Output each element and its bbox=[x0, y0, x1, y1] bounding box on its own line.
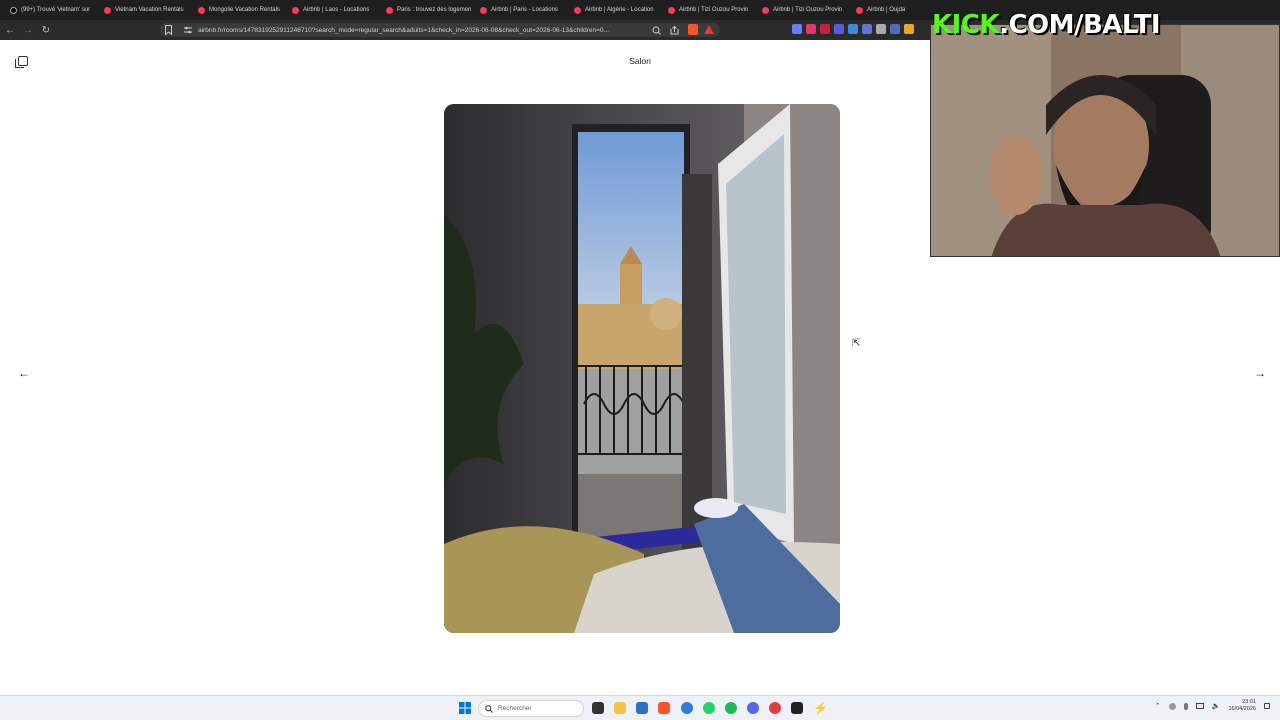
kick-logo-text: KICK bbox=[932, 10, 1000, 40]
browser-tab[interactable]: Paris : trouvez des logemen bbox=[380, 1, 474, 19]
next-arrow-icon[interactable]: → bbox=[1252, 365, 1268, 381]
network-icon[interactable] bbox=[1195, 703, 1204, 709]
reload-icon[interactable]: ↻ bbox=[38, 22, 54, 38]
webcam-overlay bbox=[930, 24, 1280, 257]
tab-label: Airbnb | Tizi Ouzou Provin bbox=[679, 7, 749, 13]
forward-arrow-icon[interactable]: → bbox=[20, 22, 36, 38]
browser-tab[interactable]: Mongolie Vacation Rentals bbox=[192, 1, 286, 19]
airbnb-favicon-icon bbox=[574, 6, 581, 14]
airbnb-favicon-icon bbox=[480, 6, 487, 14]
task-view-icon[interactable] bbox=[592, 702, 604, 714]
back-arrow-icon[interactable]: ← bbox=[2, 22, 18, 38]
kick-channel-banner: KICK .COM/BALTI bbox=[932, 8, 1161, 42]
clock-date: 16/04/2026 bbox=[1228, 706, 1256, 712]
extensions-bar bbox=[792, 24, 914, 34]
extension-icon[interactable] bbox=[792, 24, 802, 34]
airbnb-favicon-icon bbox=[856, 6, 863, 14]
store-icon[interactable] bbox=[636, 702, 648, 714]
browser-tab[interactable]: Vietnam Vacation Rentals bbox=[98, 1, 192, 19]
tab-label: Vietnam Vacation Rentals bbox=[115, 7, 184, 13]
airbnb-favicon-icon bbox=[386, 6, 393, 14]
lightning-app-icon[interactable]: ⚡ bbox=[813, 702, 828, 714]
tab-label: Mongolie Vacation Rentals bbox=[209, 7, 280, 13]
taskbar-search[interactable]: Rechercher bbox=[478, 700, 584, 717]
search-icon bbox=[485, 704, 493, 713]
airbnb-favicon-icon bbox=[292, 6, 299, 14]
mouse-cursor-icon: ⇱ bbox=[852, 338, 861, 349]
file-explorer-icon[interactable] bbox=[614, 702, 626, 714]
browser-tab[interactable]: Airbnb | Tizi Ouzou Provin bbox=[662, 1, 756, 19]
volume-icon[interactable]: 🔈 bbox=[1212, 702, 1221, 710]
windows-start-icon[interactable] bbox=[459, 702, 471, 714]
app-icon[interactable] bbox=[769, 702, 781, 714]
tab-label: Airbnb | Oujda bbox=[867, 7, 906, 13]
bookmark-icon[interactable] bbox=[165, 25, 172, 35]
browser-tab[interactable]: Airbnb | Paris - Locations bbox=[474, 1, 568, 19]
system-tray: ⌃ 🔈 23:01 16/04/2026 bbox=[1155, 699, 1270, 713]
extension-icon[interactable] bbox=[862, 24, 872, 34]
browser-tab[interactable]: Airbnb | Oujda bbox=[850, 1, 944, 19]
tray-app-icon[interactable] bbox=[1168, 702, 1176, 710]
microphone-icon[interactable] bbox=[1183, 702, 1188, 710]
site-settings-icon[interactable] bbox=[184, 26, 192, 34]
browser-tab[interactable]: (99+) Trouvé 'vietnam' sur bbox=[4, 1, 98, 19]
airbnb-favicon-icon bbox=[104, 6, 111, 14]
clock[interactable]: 23:01 16/04/2026 bbox=[1228, 699, 1256, 713]
listing-photo bbox=[444, 104, 840, 633]
discord-icon[interactable] bbox=[747, 702, 759, 714]
airbnb-favicon-icon bbox=[198, 6, 205, 14]
extension-icon[interactable] bbox=[806, 24, 816, 34]
clock-time: 23:01 bbox=[1242, 699, 1256, 705]
zoom-icon[interactable] bbox=[652, 26, 661, 35]
share-icon[interactable] bbox=[670, 26, 679, 35]
extension-icon[interactable] bbox=[848, 24, 858, 34]
airbnb-favicon-icon bbox=[668, 6, 675, 14]
chevron-up-icon[interactable]: ⌃ bbox=[1155, 702, 1161, 710]
brave-browser-icon[interactable] bbox=[658, 702, 670, 714]
tab-label: Airbnb | Laos - Locations bbox=[303, 7, 370, 13]
url-text: airbnb.fr/rooms/1478319252911246710?sear… bbox=[198, 26, 609, 34]
browser-tab[interactable]: Airbnb | Algérie - Location bbox=[568, 1, 662, 19]
tab-label: (99+) Trouvé 'vietnam' sur bbox=[21, 7, 91, 13]
browser-tab[interactable]: Airbnb | Tizi Ouzou Provin bbox=[756, 1, 850, 19]
extension-icon[interactable] bbox=[820, 24, 830, 34]
extension-icon[interactable] bbox=[904, 24, 914, 34]
brave-rewards-icon[interactable] bbox=[704, 25, 714, 34]
browser-tab[interactable]: Airbnb | Laos - Locations bbox=[286, 1, 380, 19]
notion-icon[interactable] bbox=[791, 702, 803, 714]
spotify-icon[interactable] bbox=[725, 702, 737, 714]
extension-icon[interactable] bbox=[834, 24, 844, 34]
extension-icon[interactable] bbox=[890, 24, 900, 34]
search-placeholder: Rechercher bbox=[498, 705, 532, 712]
tab-label: Paris : trouvez des logemen bbox=[397, 7, 472, 13]
brave-shield-icon[interactable] bbox=[688, 24, 698, 35]
tab-favicon-icon bbox=[10, 6, 17, 14]
browser-icon[interactable] bbox=[681, 702, 693, 714]
tab-label: Airbnb | Algérie - Location bbox=[585, 7, 654, 13]
tab-label: Airbnb | Paris - Locations bbox=[491, 7, 558, 13]
whatsapp-icon[interactable] bbox=[703, 702, 715, 714]
previous-arrow-icon[interactable]: ← bbox=[16, 365, 32, 381]
notifications-icon[interactable] bbox=[1264, 703, 1270, 709]
kick-channel-text: .COM/BALTI bbox=[999, 10, 1161, 40]
airbnb-favicon-icon bbox=[762, 6, 769, 14]
extension-icon[interactable] bbox=[876, 24, 886, 34]
tab-label: Airbnb | Tizi Ouzou Provin bbox=[773, 7, 843, 13]
windows-taskbar: Rechercher ⚡ ⌃ 🔈 23:01 16/04/2026 bbox=[0, 695, 1280, 720]
address-bar[interactable]: airbnb.fr/rooms/1478319252911246710?sear… bbox=[160, 23, 720, 37]
